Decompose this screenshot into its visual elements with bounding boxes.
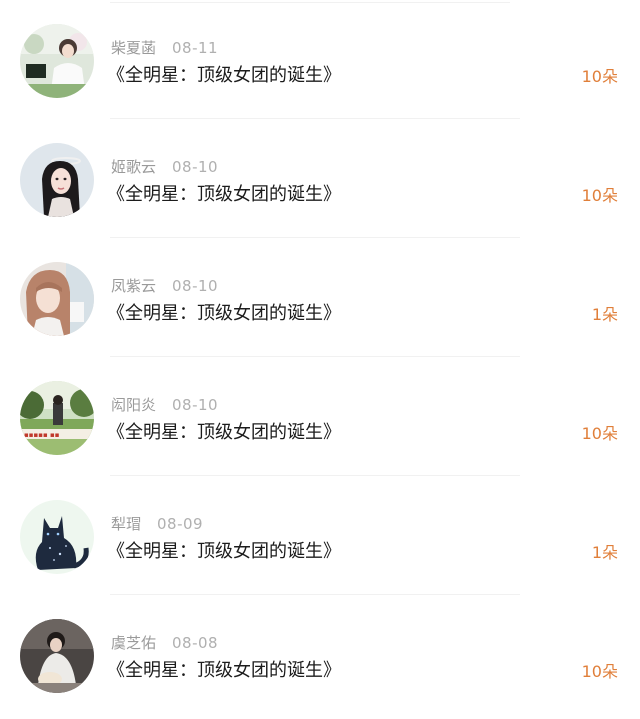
row-meta: 姬歌云 08-10 (111, 157, 218, 177)
date: 08-10 (172, 396, 219, 414)
gift-count: 1朵 (591, 543, 618, 562)
avatar[interactable]: ▪▪▪▪▪ ▪▪ (20, 381, 94, 455)
book-title[interactable]: 《全明星：顶级女团的诞生》 (107, 420, 341, 446)
avatar[interactable] (20, 24, 94, 98)
avatar[interactable] (20, 500, 94, 574)
date: 08-10 (172, 158, 219, 176)
user-name[interactable]: 虞芝佑 (111, 634, 156, 652)
gift-count: 10朵 (581, 424, 618, 443)
date: 08-08 (172, 634, 219, 652)
avatar[interactable] (20, 262, 94, 336)
list-item[interactable]: 姬歌云 08-10 《全明星：顶级女团的诞生》 10朵 (0, 119, 640, 238)
svg-text:▪▪▪▪▪ ▪▪: ▪▪▪▪▪ ▪▪ (24, 431, 60, 439)
book-title[interactable]: 《全明星：顶级女团的诞生》 (107, 301, 341, 327)
gift-count: 10朵 (581, 662, 618, 681)
user-name[interactable]: 柴夏菡 (111, 39, 156, 57)
row-meta: 凤紫云 08-10 (111, 276, 218, 296)
user-name[interactable]: 姬歌云 (111, 158, 156, 176)
book-title[interactable]: 《全明星：顶级女团的诞生》 (107, 63, 341, 89)
row-meta: 犁瑁 08-09 (111, 514, 203, 534)
user-name[interactable]: 犁瑁 (111, 515, 141, 533)
row-meta: 柴夏菡 08-11 (111, 38, 218, 58)
avatar[interactable] (20, 619, 94, 693)
row-meta: 闳阳炎 08-10 (111, 395, 218, 415)
user-name[interactable]: 闳阳炎 (111, 396, 156, 414)
list-item[interactable]: ▪▪▪▪▪ ▪▪ 闳阳炎 08-10 《全明星：顶级女团的诞生》 10朵 (0, 357, 640, 476)
row-meta: 虞芝佑 08-08 (111, 633, 218, 653)
date: 08-09 (157, 515, 204, 533)
date: 08-11 (172, 39, 219, 57)
gift-count: 10朵 (581, 67, 618, 86)
book-title[interactable]: 《全明星：顶级女团的诞生》 (107, 182, 341, 208)
list-item[interactable]: 凤紫云 08-10 《全明星：顶级女团的诞生》 1朵 (0, 238, 640, 357)
book-title[interactable]: 《全明星：顶级女团的诞生》 (107, 539, 341, 565)
book-title[interactable]: 《全明星：顶级女团的诞生》 (107, 658, 341, 684)
user-name[interactable]: 凤紫云 (111, 277, 156, 295)
gift-count: 1朵 (591, 305, 618, 324)
list-item[interactable]: 柴夏菡 08-11 《全明星：顶级女团的诞生》 10朵 (0, 0, 640, 119)
avatar[interactable] (20, 143, 94, 217)
list-item[interactable]: 犁瑁 08-09 《全明星：顶级女团的诞生》 1朵 (0, 476, 640, 595)
gift-count: 10朵 (581, 186, 618, 205)
date: 08-10 (172, 277, 219, 295)
list-item[interactable]: 虞芝佑 08-08 《全明星：顶级女团的诞生》 10朵 (0, 595, 640, 714)
